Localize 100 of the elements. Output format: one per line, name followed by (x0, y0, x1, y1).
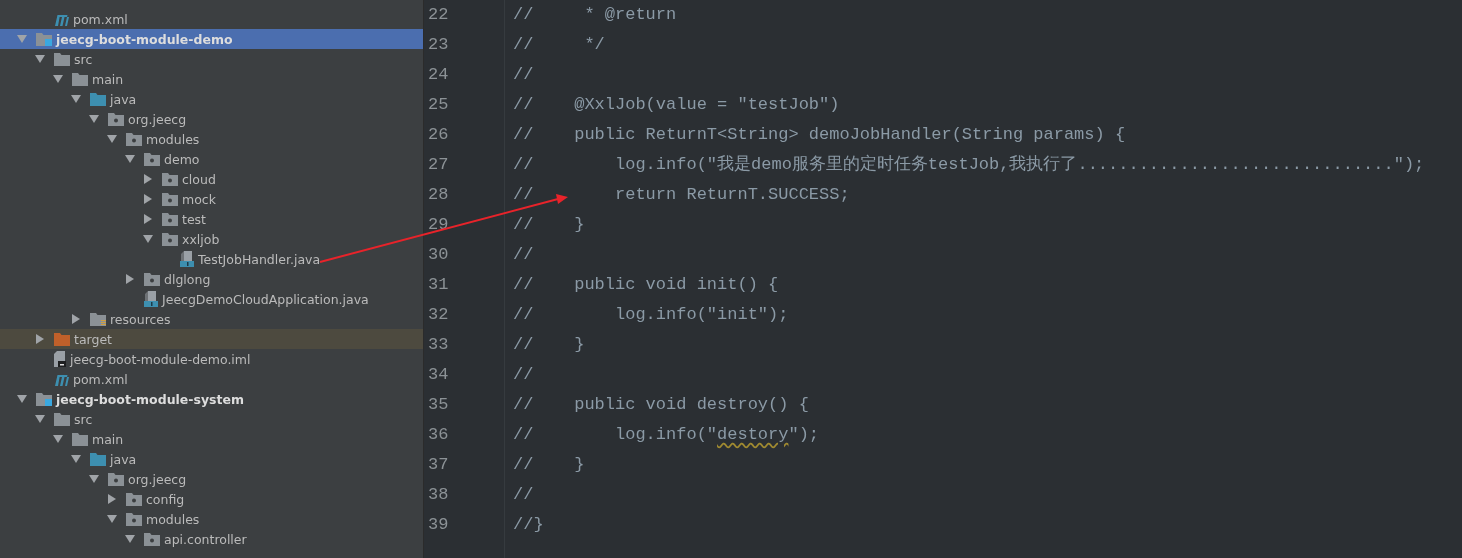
tree-row[interactable]: java (0, 89, 423, 109)
line-number: 22 (427, 4, 450, 26)
expanded-arrow-icon[interactable] (35, 54, 45, 64)
tree-row[interactable]: src (0, 49, 423, 69)
tree-item-label: target (74, 331, 112, 347)
tree-row[interactable]: xxljob (0, 229, 423, 249)
package-icon (126, 132, 142, 146)
tree-row[interactable]: config (0, 489, 423, 509)
code-line: // return ReturnT.SUCCESS; (513, 184, 851, 206)
tree-item-label: java (110, 451, 137, 467)
line-number: 29 (427, 214, 450, 236)
folder-icon (54, 52, 70, 66)
collapsed-arrow-icon[interactable] (125, 274, 135, 284)
package-icon (162, 172, 178, 186)
source-folder-icon (90, 92, 106, 106)
collapsed-arrow-icon[interactable] (143, 214, 153, 224)
package-icon (162, 192, 178, 206)
tree-row[interactable]: dlglong (0, 269, 423, 289)
tree-item-label: main (92, 431, 124, 447)
package-icon (126, 512, 142, 526)
package-icon (162, 232, 178, 246)
folder-icon (54, 412, 70, 426)
package-icon (162, 212, 178, 226)
tree-item-label: modules (146, 511, 200, 527)
line-number: 35 (427, 394, 450, 416)
tree-item-label: org.jeecg (128, 471, 187, 487)
expanded-arrow-icon[interactable] (89, 474, 99, 484)
collapsed-arrow-icon[interactable] (143, 194, 153, 204)
tree-row[interactable]: org.jeecg (0, 469, 423, 489)
tree-row[interactable]: main (0, 69, 423, 89)
expanded-arrow-icon[interactable] (71, 454, 81, 464)
expanded-arrow-icon[interactable] (17, 394, 27, 404)
package-icon (144, 532, 160, 546)
expanded-arrow-icon[interactable] (125, 154, 135, 164)
expanded-arrow-icon[interactable] (107, 134, 117, 144)
line-number: 38 (427, 484, 450, 506)
collapsed-arrow-icon[interactable] (71, 314, 81, 324)
tree-row[interactable]: main (0, 429, 423, 449)
code-line: // } (513, 454, 586, 476)
line-number: 34 (427, 364, 450, 386)
file-icon (54, 351, 66, 367)
line-number: 36 (427, 424, 450, 446)
tree-row[interactable]: modules (0, 509, 423, 529)
package-icon (108, 112, 124, 126)
tree-row[interactable]: modules (0, 129, 423, 149)
tree-row[interactable]: jeecg-boot-module-demo.iml (0, 349, 423, 369)
maven-icon (54, 372, 69, 386)
module-tree-row[interactable]: jeecg-boot-module-system (0, 389, 423, 409)
module-tree-row[interactable]: jeecg-boot-module-demo (0, 29, 423, 49)
tree-row[interactable]: demo (0, 149, 423, 169)
expanded-arrow-icon[interactable] (107, 514, 117, 524)
package-icon (144, 272, 160, 286)
code-text: "); (788, 425, 820, 444)
tree-item-label: api.controller (164, 531, 247, 547)
tree-row[interactable]: pom.xml (0, 369, 423, 389)
tree-item-label: java (110, 91, 137, 107)
tree-item-label: xxljob (182, 231, 220, 247)
tree-item-label: main (92, 71, 124, 87)
code-line: // log.info("我是demo服务里的定时任务testJob,我执行了..............................."); (513, 153, 1425, 176)
line-number: 23 (427, 34, 450, 56)
line-number: 37 (427, 454, 450, 476)
tree-row[interactable]: resources (0, 309, 423, 329)
collapsed-arrow-icon[interactable] (35, 334, 45, 344)
folder-icon (72, 72, 88, 86)
code-line: // (513, 484, 535, 506)
tree-item-label: TestJobHandler.java (198, 251, 321, 267)
expanded-arrow-icon[interactable] (71, 94, 81, 104)
collapsed-arrow-icon[interactable] (143, 174, 153, 184)
tree-row[interactable]: api.controller (0, 529, 423, 549)
expanded-arrow-icon[interactable] (35, 414, 45, 424)
code-line: // */ (513, 34, 606, 56)
code-line: // public ReturnT<String> demoJobHandler(String params) { (513, 124, 1127, 146)
code-line: // } (513, 214, 586, 236)
line-number: 28 (427, 184, 450, 206)
tree-row[interactable]: JeecgDemoCloudApplication.java (0, 289, 423, 309)
collapsed-arrow-icon[interactable] (107, 494, 117, 504)
code-line: // (513, 364, 535, 386)
tree-row[interactable]: test (0, 209, 423, 229)
expanded-arrow-icon[interactable] (53, 434, 63, 444)
tree-row[interactable]: pom.xml (0, 9, 423, 29)
expanded-arrow-icon[interactable] (53, 74, 63, 84)
misspelled-word: destory (717, 425, 789, 444)
tree-item-label: demo (164, 151, 200, 167)
tree-row[interactable]: java (0, 449, 423, 469)
tree-row[interactable]: TestJobHandler.java (0, 249, 423, 269)
line-number: 25 (427, 94, 450, 116)
tree-item-label: src (74, 51, 93, 67)
tree-row[interactable]: src (0, 409, 423, 429)
tree-item-label: cloud (182, 171, 216, 187)
expanded-arrow-icon[interactable] (143, 234, 153, 244)
tree-row[interactable]: org.jeecg (0, 109, 423, 129)
expanded-arrow-icon[interactable] (125, 534, 135, 544)
line-number: 26 (427, 124, 450, 146)
tree-item-label: JeecgDemoCloudApplication.java (162, 291, 369, 307)
tree-item-label: src (74, 411, 93, 427)
tree-row[interactable]: target (0, 329, 423, 349)
tree-row[interactable]: cloud (0, 169, 423, 189)
tree-item-label: resources (110, 311, 171, 327)
expanded-arrow-icon[interactable] (89, 114, 99, 124)
tree-row[interactable]: mock (0, 189, 423, 209)
